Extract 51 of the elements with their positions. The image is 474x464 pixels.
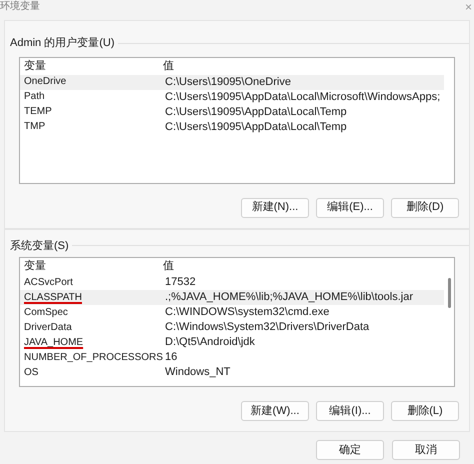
variable-list[interactable] — [19, 257, 455, 387]
scrollbar-thumb[interactable] — [448, 278, 451, 308]
dialog-button[interactable]: 取消 — [392, 440, 460, 460]
window-title: 环境变量 — [0, 2, 40, 12]
variable-value: D:\Qt5\Android\jdk — [164, 335, 255, 350]
variable-row[interactable]: TMP C:\Users\19095\AppData\Local\Temp — [20, 120, 444, 134]
variable-name: NUMBER_OF_PROCESSORS — [23, 350, 162, 364]
variable-row[interactable]: ComSpec C:\WINDOWS\system32\cmd.exe — [20, 305, 444, 320]
variable-name: CLASSPATH — [23, 290, 83, 304]
variable-row[interactable]: JAVA_HOME D:\Qt5\Android\jdk — [20, 335, 444, 350]
dialog-button[interactable]: 删除(L) — [391, 401, 459, 421]
dialog-button[interactable]: 删除(D) — [391, 198, 459, 218]
variable-name: OneDrive — [23, 75, 68, 89]
variable-row[interactable]: Path C:\Users\19095\AppData\Local\Microsoft\WindowsApps; — [20, 90, 444, 104]
variable-name: JAVA_HOME — [23, 336, 84, 350]
column-header: 值 — [162, 58, 174, 74]
variable-row[interactable]: DriverData C:\Windows\System32\Drivers\DriverData — [20, 320, 444, 335]
dialog-button[interactable]: 新建(N)... — [241, 198, 309, 218]
variable-value: C:\WINDOWS\system32\cmd.exe — [164, 305, 330, 320]
variable-value: C:\Users\19095\AppData\Local\Temp — [164, 104, 347, 120]
variable-row[interactable]: OS Windows_NT — [20, 365, 444, 380]
dialog-button[interactable]: 编辑(E)... — [316, 198, 384, 218]
dialog-button[interactable]: 新建(W)... — [241, 401, 309, 421]
section-label: Admin 的用户变量(U) — [10, 36, 115, 51]
variable-value: Windows_NT — [164, 365, 230, 380]
column-header: 变量 — [23, 258, 47, 274]
variable-name: Path — [23, 90, 46, 104]
variable-value: 16 — [164, 350, 178, 366]
variable-row[interactable]: NUMBER_OF_PROCESSORS 16 — [20, 350, 444, 365]
variable-value: C:\Windows\System32\Drivers\DriverData — [164, 320, 370, 336]
variable-row[interactable]: TEMP C:\Users\19095\AppData\Local\Temp — [20, 104, 444, 120]
variable-name: TMP — [23, 120, 46, 134]
variable-list[interactable]: 变量 值 OneDrive C:\Users\19095\OneDrive Path C:\Users\19095\AppData\Local\Microsoft\WindowsApps; TEMP C:\Users\19095\AppData\Local\Temp TMP C:\Users\19095\AppData\Local\Temp — [19, 56, 455, 184]
column-header: 变量 — [23, 58, 47, 74]
variable-value: C:\Users\19095\AppData\Local\Microsoft\WindowsApps; — [164, 90, 440, 105]
variable-name: ComSpec — [23, 306, 69, 320]
dialog-button[interactable]: 确定 — [316, 440, 384, 460]
dialog-button[interactable]: 编辑(I)... — [316, 401, 384, 421]
variable-row[interactable]: CLASSPATH .;%JAVA_HOME%\lib;%JAVA_HOME%\lib\tools.jar — [20, 290, 444, 305]
section-label: 系统变量(S) — [10, 238, 69, 254]
variable-row[interactable]: OneDrive C:\Users\19095\OneDrive — [20, 74, 444, 90]
variable-value: 17532 — [164, 275, 196, 290]
variable-value: C:\Users\19095\OneDrive — [164, 74, 291, 90]
variable-name: DriverData — [23, 320, 73, 334]
column-header: 值 — [162, 259, 174, 274]
variable-value: .;%JAVA_HOME%\lib;%JAVA_HOME%\lib\tools.jar — [164, 290, 413, 306]
variable-name: TEMP — [23, 105, 53, 119]
variable-value: C:\Users\19095\AppData\Local\Temp — [164, 120, 347, 135]
variable-row[interactable]: ACSvcPort 17532 — [20, 275, 444, 290]
variable-name: ACSvcPort — [23, 276, 74, 290]
variable-name: OS — [23, 366, 40, 380]
